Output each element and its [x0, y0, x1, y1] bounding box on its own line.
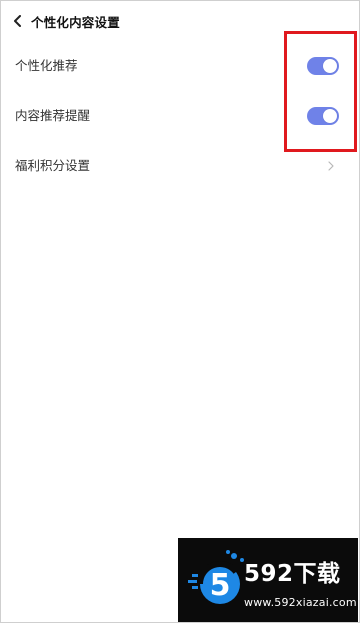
page-title: 个性化内容设置 — [31, 14, 120, 30]
toggle-knob — [323, 109, 337, 123]
watermark-brand: 592下载 — [244, 561, 341, 587]
toggle-knob — [323, 59, 337, 73]
setting-welfare-points[interactable]: 福利积分设置 — [1, 141, 359, 191]
setting-content-recommendation-reminder[interactable]: 内容推荐提醒 — [1, 91, 359, 141]
chevron-left-icon[interactable] — [11, 14, 25, 28]
setting-label: 个性化推荐 — [15, 57, 78, 73]
personalized-recommendation-toggle[interactable] — [307, 57, 339, 75]
setting-label: 福利积分设置 — [15, 157, 91, 173]
watermark-emblem: 5 — [188, 550, 244, 604]
watermark-url: www.592xiazai.com — [244, 596, 357, 609]
settings-list: 个性化推荐 内容推荐提醒 福利积分设置 — [1, 41, 359, 191]
watermark-logo: 5 592下载 www.592xiazai.com — [178, 538, 358, 622]
content-reminder-toggle[interactable] — [307, 107, 339, 125]
screen: 个性化内容设置 个性化推荐 内容推荐提醒 福利积分设置 5 592下载 www.… — [0, 0, 360, 623]
watermark-glyph: 5 — [210, 568, 231, 603]
setting-personalized-recommendation[interactable]: 个性化推荐 — [1, 41, 359, 91]
chevron-right-icon — [325, 160, 337, 172]
setting-label: 内容推荐提醒 — [15, 107, 91, 123]
top-bar: 个性化内容设置 — [1, 1, 359, 41]
